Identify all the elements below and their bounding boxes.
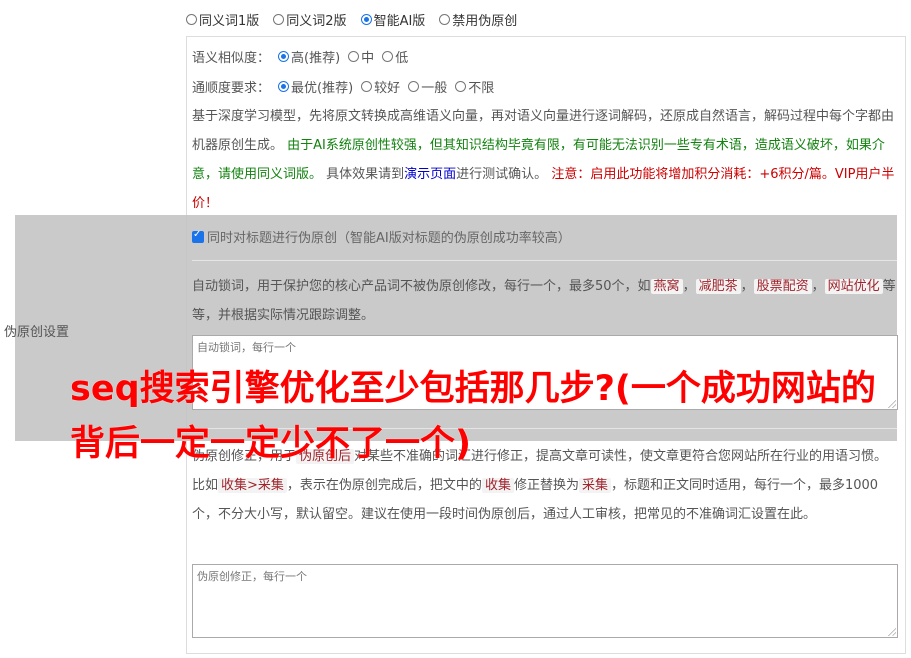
section-label: 伪原创设置 — [4, 325, 70, 340]
fluency-label: 通顺度要求： — [192, 81, 271, 96]
fluency-good[interactable]: 较好 — [361, 77, 400, 96]
fluency-best[interactable]: 最优(推荐) — [278, 77, 353, 96]
version-option-disabled[interactable]: 禁用伪原创 — [439, 10, 517, 29]
divider — [192, 260, 897, 261]
similarity-low[interactable]: 低 — [382, 47, 408, 66]
similarity-high[interactable]: 高(推荐) — [278, 47, 340, 66]
ai-description: 基于深度学习模型，先将原文转换成高维语义向量，再对语义向量进行逐词解码，还原成自… — [192, 109, 895, 211]
similarity-row: 语义相似度： 高(推荐) 中 低 — [192, 47, 408, 66]
example-tag: 燕窝 — [650, 279, 683, 294]
example-tag: 网站优化 — [824, 279, 883, 294]
lock-words-description: 自动锁词，用于保护您的核心产品词不被伪原创修改，每行一个，最多50个，如 燕窝，减… — [192, 279, 896, 323]
example-tag: 收集>采集 — [218, 478, 287, 493]
checkbox-checked-icon[interactable] — [192, 229, 204, 243]
example-tag: 股票配资 — [753, 279, 812, 294]
radio-icon[interactable] — [382, 51, 394, 62]
radio-icon[interactable] — [455, 81, 467, 92]
fluency-row: 通顺度要求： 最优(推荐) 较好 一般 不限 — [192, 77, 494, 96]
title-rewrite-option[interactable]: 同时对标题进行伪原创（智能AI版对标题的伪原创成功率较高） — [192, 227, 571, 246]
radio-icon[interactable] — [186, 14, 197, 25]
radio-selected-icon[interactable] — [360, 14, 372, 25]
version-option-ai[interactable]: 智能AI版 — [360, 10, 425, 29]
radio-icon[interactable] — [348, 51, 360, 62]
overlay-title: seq搜索引擎优化至少包括那几步?(一个成功网站的背后一定一定少不了一个) — [70, 369, 876, 464]
correction-input[interactable]: 伪原创修正，每行一个 — [192, 564, 898, 638]
version-radio-group: 同义词1版 同义词2版 智能AI版 禁用伪原创 — [186, 10, 517, 29]
demo-page-link[interactable]: 演示页面 — [404, 167, 456, 182]
example-tag: 减肥茶 — [695, 279, 741, 294]
radio-icon[interactable] — [273, 14, 285, 25]
radio-icon[interactable] — [408, 81, 420, 92]
fluency-normal[interactable]: 一般 — [408, 77, 447, 96]
radio-selected-icon[interactable] — [278, 81, 290, 92]
version-option-synonym1[interactable]: 同义词1版 — [186, 10, 259, 29]
resize-handle-icon[interactable] — [888, 628, 896, 636]
radio-selected-icon[interactable] — [278, 51, 290, 62]
version-option-synonym2[interactable]: 同义词2版 — [273, 10, 347, 29]
similarity-medium[interactable]: 中 — [348, 47, 374, 66]
fluency-any[interactable]: 不限 — [455, 77, 494, 96]
example-tag: 采集 — [578, 478, 611, 493]
radio-icon[interactable] — [439, 14, 451, 25]
example-tag: 收集 — [481, 478, 514, 493]
similarity-label: 语义相似度： — [192, 51, 271, 66]
radio-icon[interactable] — [361, 81, 373, 92]
